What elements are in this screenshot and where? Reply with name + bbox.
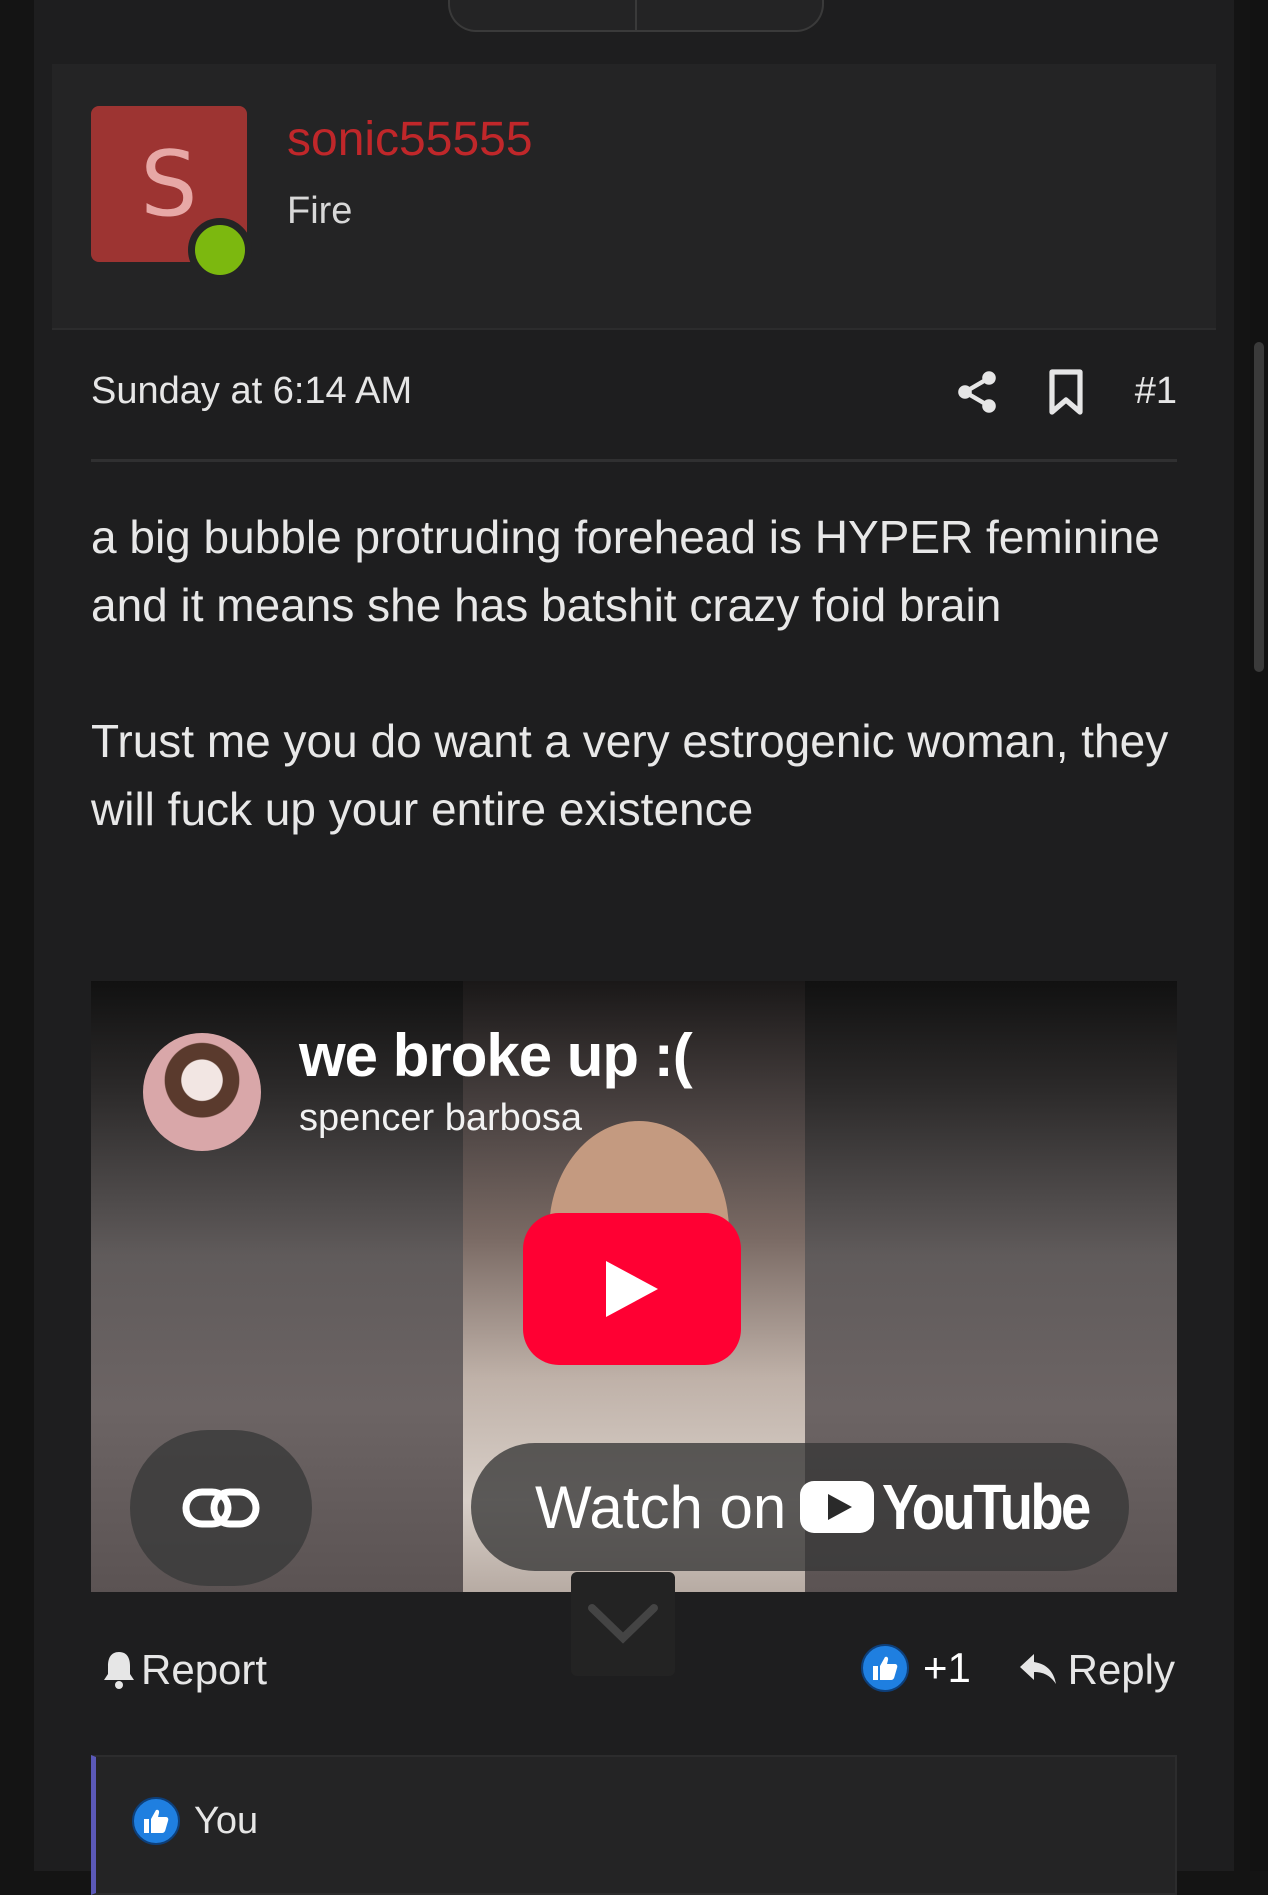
- username-link[interactable]: sonic55555: [287, 112, 533, 167]
- watch-on-label: Watch on: [535, 1473, 787, 1541]
- post-body: a big bubble protruding forehead is HYPE…: [91, 503, 1181, 843]
- youtube-embed[interactable]: we broke up :( spencer barbosa Watch on …: [91, 981, 1177, 1592]
- youtube-logo-icon: [800, 1481, 875, 1533]
- report-button[interactable]: Report: [101, 1646, 267, 1694]
- reply-icon: [1019, 1654, 1056, 1684]
- channel-avatar[interactable]: [143, 1033, 261, 1151]
- reaction-user-label: You: [194, 1799, 259, 1842]
- post-paragraph: a big bubble protruding forehead is HYPE…: [91, 511, 1160, 631]
- video-title[interactable]: we broke up :(: [299, 1021, 693, 1090]
- post-date[interactable]: Sunday at 6:14 AM: [91, 370, 412, 413]
- post-paragraph: Trust me you do want a very estrogenic w…: [91, 715, 1169, 835]
- scrollbar-track[interactable]: [1250, 0, 1268, 1871]
- bookmark-icon[interactable]: [1044, 368, 1088, 421]
- avatar-letter: S: [140, 131, 198, 237]
- meta-divider: [91, 459, 1177, 462]
- user-title: Fire: [287, 190, 353, 232]
- bell-icon: [104, 1652, 134, 1689]
- video-channel-name[interactable]: spencer barbosa: [299, 1097, 582, 1140]
- reactions-bar[interactable]: You: [91, 1755, 1177, 1895]
- share-icon[interactable]: [953, 368, 1001, 421]
- watch-on-youtube-button[interactable]: Watch on YouTube: [471, 1443, 1129, 1571]
- copy-link-button[interactable]: [130, 1430, 312, 1586]
- post-number-link[interactable]: #1: [1135, 370, 1177, 413]
- youtube-wordmark: YouTube: [882, 1471, 1091, 1543]
- scrollbar-thumb[interactable]: [1254, 342, 1264, 672]
- reaction-summary[interactable]: You: [132, 1797, 258, 1845]
- reply-label: Reply: [1067, 1646, 1175, 1693]
- reply-button[interactable]: Reply: [1018, 1646, 1175, 1694]
- like-icon: [861, 1644, 909, 1692]
- like-icon: [132, 1797, 180, 1845]
- post-actions: Report +1 Reply: [91, 1640, 1177, 1710]
- play-icon: [606, 1261, 658, 1317]
- header-caret: [116, 266, 184, 300]
- post-meta: Sunday at 6:14 AM #1: [91, 366, 1177, 422]
- like-count: +1: [923, 1644, 971, 1691]
- online-status-indicator: [188, 218, 252, 282]
- top-segmented-control: [448, 0, 824, 32]
- report-label: Report: [141, 1646, 268, 1693]
- like-reaction-button[interactable]: +1: [861, 1644, 971, 1692]
- segment-left[interactable]: [450, 0, 635, 30]
- play-button[interactable]: [523, 1213, 741, 1365]
- segment-right[interactable]: [635, 0, 822, 30]
- link-icon: [182, 1488, 260, 1528]
- post-user-header: S sonic55555 Fire: [52, 64, 1216, 330]
